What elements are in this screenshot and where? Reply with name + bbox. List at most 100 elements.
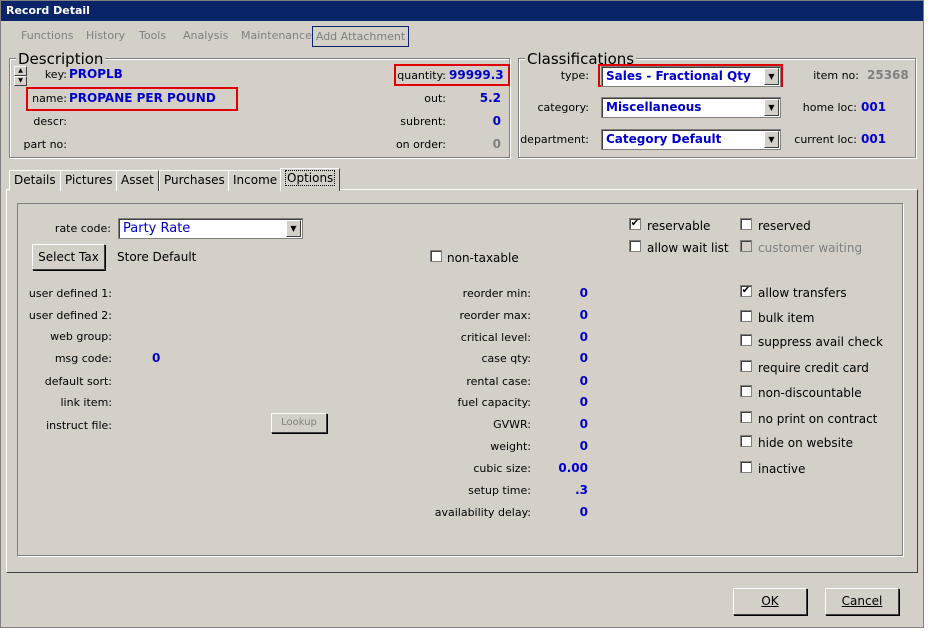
suppress-avail-check-checkbox[interactable] — [740, 334, 752, 346]
non-taxable-checkbox[interactable] — [430, 250, 442, 262]
home-loc-value: 001 — [861, 100, 887, 114]
hide-on-website-checkbox[interactable] — [740, 435, 752, 447]
subrent-value: 0 — [492, 114, 501, 128]
rental-case-value: 0 — [579, 374, 588, 388]
tab-options-label: Options — [285, 170, 336, 186]
menu-analysis[interactable]: Analysis — [183, 29, 228, 42]
hide-on-website-label: hide on website — [758, 436, 854, 450]
menu-maintenance[interactable]: Maintenance — [241, 29, 312, 42]
menu-history[interactable]: History — [86, 29, 125, 42]
critical-level-value: 0 — [579, 330, 588, 344]
chevron-down-icon[interactable]: ▼ — [764, 131, 779, 148]
non-discountable-checkbox[interactable] — [740, 385, 752, 397]
default-sort-label: default sort: — [44, 375, 112, 388]
customer-waiting-checkbox — [740, 240, 752, 252]
category-label: category: — [537, 101, 589, 114]
reservable-checkbox[interactable]: ✔ — [629, 218, 641, 230]
key-label: key: — [44, 68, 67, 81]
reorder-max-label: reorder max: — [459, 309, 531, 322]
reserved-label: reserved — [758, 219, 811, 233]
cubic-size-value: 0.00 — [558, 461, 588, 475]
gvwr-label: GVWR: — [493, 418, 531, 431]
menu-bar: Functions History Tools Analysis Mainten… — [1, 24, 923, 48]
chevron-down-icon[interactable]: ▼ — [764, 68, 779, 85]
on-order-value: 0 — [492, 137, 501, 151]
tab-asset-label: Asset — [121, 173, 154, 187]
inactive-label: inactive — [758, 462, 806, 476]
reorder-max-value: 0 — [579, 308, 588, 322]
select-tax-button[interactable]: Select Tax — [32, 244, 105, 270]
part-no-label: part no: — [23, 138, 67, 151]
current-loc-value: 001 — [861, 132, 887, 146]
allow-wait-list-label: allow wait list — [647, 241, 729, 255]
quantity-value: 99999.3 — [449, 68, 504, 82]
cancel-button-label: Cancel — [841, 594, 883, 608]
tab-options[interactable]: Options — [280, 168, 341, 191]
case-qty-label: case qty: — [481, 352, 532, 365]
weight-value: 0 — [579, 439, 588, 453]
key-spinner[interactable]: ▲ ▼ — [14, 66, 27, 87]
add-attachment-button[interactable]: Add Attachment — [312, 26, 409, 47]
current-loc-label: current loc: — [794, 133, 857, 146]
category-select[interactable]: Miscellaneous ▼ — [601, 97, 781, 118]
require-credit-card-checkbox[interactable] — [740, 360, 752, 372]
allow-wait-list-checkbox[interactable] — [629, 240, 641, 252]
category-select-value: Miscellaneous — [606, 100, 702, 114]
ok-button[interactable]: OK — [733, 588, 807, 615]
allow-transfers-checkbox[interactable]: ✔ — [740, 285, 752, 297]
tab-purchases[interactable]: Purchases — [159, 170, 230, 191]
tab-details-label: Details — [14, 173, 56, 187]
lookup-button[interactable]: Lookup — [271, 413, 327, 433]
rate-code-select[interactable]: Party Rate ▼ — [118, 218, 303, 239]
menu-functions[interactable]: Functions — [21, 29, 74, 42]
user-defined-1-label: user defined 1: — [28, 287, 112, 300]
require-credit-card-label: require credit card — [758, 361, 869, 375]
setup-time-value: .3 — [575, 483, 588, 497]
name-label: name: — [32, 92, 67, 105]
chevron-down-icon[interactable]: ▼ — [764, 99, 779, 116]
tab-income[interactable]: Income — [228, 170, 283, 191]
non-discountable-label: non-discountable — [758, 386, 862, 400]
no-print-on-contract-checkbox[interactable] — [740, 411, 752, 423]
availability-delay-value: 0 — [579, 505, 588, 519]
fuel-capacity-label: fuel capacity: — [457, 396, 531, 409]
msg-code-value: 0 — [152, 351, 161, 365]
weight-label: weight: — [490, 440, 531, 453]
reorder-min-value: 0 — [579, 286, 588, 300]
tab-pictures-label: Pictures — [65, 173, 113, 187]
tab-asset[interactable]: Asset — [116, 170, 159, 191]
rate-code-value: Party Rate — [123, 221, 191, 236]
item-no-label: item no: — [813, 69, 859, 82]
department-select-value: Category Default — [606, 132, 722, 146]
tab-purchases-label: Purchases — [164, 173, 225, 187]
out-value: 5.2 — [479, 91, 501, 105]
bulk-item-label: bulk item — [758, 311, 815, 325]
rental-case-label: rental case: — [466, 375, 531, 388]
chevron-down-icon[interactable]: ▼ — [286, 220, 301, 237]
tab-pictures[interactable]: Pictures — [60, 170, 118, 191]
setup-time-label: setup time: — [468, 484, 531, 497]
home-loc-label: home loc: — [802, 101, 857, 114]
department-select[interactable]: Category Default ▼ — [601, 129, 781, 150]
cancel-button[interactable]: Cancel — [825, 588, 899, 615]
bulk-item-checkbox[interactable] — [740, 310, 752, 322]
availability-delay-label: availability delay: — [434, 506, 531, 519]
cubic-size-label: cubic size: — [473, 462, 531, 475]
menu-tools[interactable]: Tools — [139, 29, 166, 42]
spin-down-icon[interactable]: ▼ — [14, 76, 27, 86]
tab-details[interactable]: Details — [9, 170, 61, 191]
reserved-checkbox[interactable] — [740, 218, 752, 230]
reorder-min-label: reorder min: — [462, 287, 531, 300]
type-label: type: — [560, 69, 589, 82]
inactive-checkbox[interactable] — [740, 461, 752, 473]
allow-transfers-label: allow transfers — [758, 286, 847, 300]
ok-button-label: OK — [761, 594, 779, 608]
reservable-label: reservable — [647, 219, 711, 233]
user-defined-2-label: user defined 2: — [28, 309, 112, 322]
type-select[interactable]: Sales - Fractional Qty ▼ — [601, 66, 781, 87]
web-group-label: web group: — [50, 330, 112, 343]
customer-waiting-label: customer waiting — [758, 241, 863, 255]
key-value: PROPLB — [69, 67, 123, 81]
no-print-on-contract-label: no print on contract — [758, 412, 878, 426]
spin-up-icon[interactable]: ▲ — [14, 66, 27, 76]
